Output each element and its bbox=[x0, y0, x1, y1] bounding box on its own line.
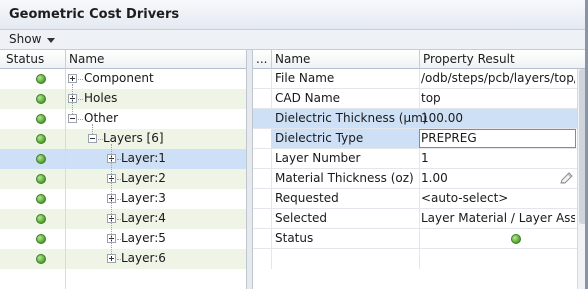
property-grid: File Name /odb/steps/pcb/layers/top/ CAD… bbox=[253, 69, 588, 289]
toolbar: Show bbox=[0, 30, 588, 50]
column-header-options[interactable]: ... bbox=[256, 52, 267, 66]
property-row[interactable]: File Name /odb/steps/pcb/layers/top/ bbox=[253, 69, 577, 89]
property-name: Status bbox=[275, 231, 314, 245]
property-row-editing[interactable]: Dielectric Type PREPREG bbox=[253, 129, 577, 149]
status-ok-icon bbox=[36, 214, 46, 224]
property-row[interactable]: Selected Layer Material / Layer Asse... bbox=[253, 209, 577, 229]
property-row-selected[interactable]: Dielectric Thickness (µm) 100.00 bbox=[253, 109, 577, 129]
tree-item-label: Other bbox=[84, 111, 119, 125]
property-value[interactable]: <auto-select> bbox=[421, 191, 575, 205]
status-ok-icon bbox=[36, 194, 46, 204]
panel-title: Geometric Cost Drivers bbox=[9, 7, 180, 22]
left-grid-header: Status Name bbox=[0, 50, 246, 69]
expand-icon[interactable] bbox=[107, 254, 116, 263]
tree-item-label: Layer:6 bbox=[121, 251, 166, 265]
edit-pencil-icon[interactable] bbox=[559, 172, 573, 185]
property-name: Dielectric Thickness (µm) bbox=[275, 111, 428, 125]
property-row[interactable]: CAD Name top bbox=[253, 89, 577, 109]
status-ok-icon bbox=[36, 154, 46, 164]
expand-icon[interactable] bbox=[68, 74, 77, 83]
property-name: Requested bbox=[275, 191, 339, 205]
property-value[interactable]: /odb/steps/pcb/layers/top/ bbox=[421, 71, 575, 85]
column-header-property-result[interactable]: Property Result bbox=[423, 52, 515, 66]
tree-row[interactable]: Layer:3 bbox=[0, 189, 246, 209]
tree-row[interactable]: Layer:6 bbox=[0, 249, 246, 269]
tree-item-label: Layer:2 bbox=[121, 171, 166, 185]
status-ok-icon bbox=[511, 234, 521, 244]
tree-item-label: Component bbox=[84, 71, 154, 85]
property-row[interactable]: Requested <auto-select> bbox=[253, 189, 577, 209]
status-ok-icon bbox=[36, 114, 46, 124]
property-name: Dielectric Type bbox=[275, 131, 364, 145]
property-value[interactable]: Layer Material / Layer Asse... bbox=[421, 211, 575, 225]
property-value[interactable]: 1.00 bbox=[421, 171, 575, 185]
chevron-down-icon[interactable] bbox=[47, 38, 55, 43]
tree-item-label: Layer:1 bbox=[121, 151, 166, 165]
status-ok-icon bbox=[36, 254, 46, 264]
property-row[interactable]: Layer Number 1 bbox=[253, 149, 577, 169]
tree-row[interactable]: Layers [6] bbox=[0, 129, 246, 149]
tree-item-label: Layer:3 bbox=[121, 191, 166, 205]
column-header-property-name[interactable]: Name bbox=[275, 52, 310, 66]
tree-item-label: Layer:4 bbox=[121, 211, 166, 225]
tree-row[interactable]: Layer:4 bbox=[0, 209, 246, 229]
status-ok-icon bbox=[36, 234, 46, 244]
tree-item-label: Layers [6] bbox=[103, 131, 164, 145]
pane-splitter[interactable] bbox=[246, 50, 253, 289]
tree-item-label: Holes bbox=[84, 91, 118, 105]
tree-grid: Component Holes Other Layers [6] Layer:1… bbox=[0, 69, 246, 289]
property-name: Layer Number bbox=[275, 151, 361, 165]
status-ok-icon bbox=[36, 134, 46, 144]
tree-item-label: Layer:5 bbox=[121, 231, 166, 245]
right-grid-header: ... Name Property Result bbox=[253, 50, 588, 69]
status-ok-icon bbox=[36, 74, 46, 84]
tree-row[interactable]: Layer:5 bbox=[0, 229, 246, 249]
show-menu-button[interactable]: Show bbox=[9, 32, 41, 46]
property-value[interactable]: top bbox=[421, 91, 575, 105]
property-name: File Name bbox=[275, 71, 335, 85]
tree-row[interactable]: Component bbox=[0, 69, 246, 89]
property-name: CAD Name bbox=[275, 91, 341, 105]
status-ok-icon bbox=[36, 94, 46, 104]
property-value[interactable]: 1 bbox=[421, 151, 575, 165]
status-ok-icon bbox=[36, 174, 46, 184]
property-row[interactable]: Material Thickness (oz) 1.00 bbox=[253, 169, 577, 189]
tree-row[interactable]: Holes bbox=[0, 89, 246, 109]
column-header-name[interactable]: Name bbox=[69, 52, 104, 66]
property-value[interactable]: 100.00 bbox=[421, 111, 575, 125]
collapse-icon[interactable] bbox=[68, 114, 77, 123]
property-name: Selected bbox=[275, 211, 328, 225]
tree-row[interactable]: Layer:2 bbox=[0, 169, 246, 189]
property-name: Material Thickness (oz) bbox=[275, 171, 414, 185]
panel-title-bar: Geometric Cost Drivers bbox=[0, 0, 588, 30]
collapse-icon[interactable] bbox=[88, 134, 97, 143]
property-value[interactable]: PREPREG bbox=[421, 131, 575, 145]
property-row[interactable]: Status bbox=[253, 229, 577, 249]
tree-row[interactable]: Other bbox=[0, 109, 246, 129]
tree-row-selected[interactable]: Layer:1 bbox=[0, 149, 246, 169]
column-header-status[interactable]: Status bbox=[6, 52, 44, 66]
